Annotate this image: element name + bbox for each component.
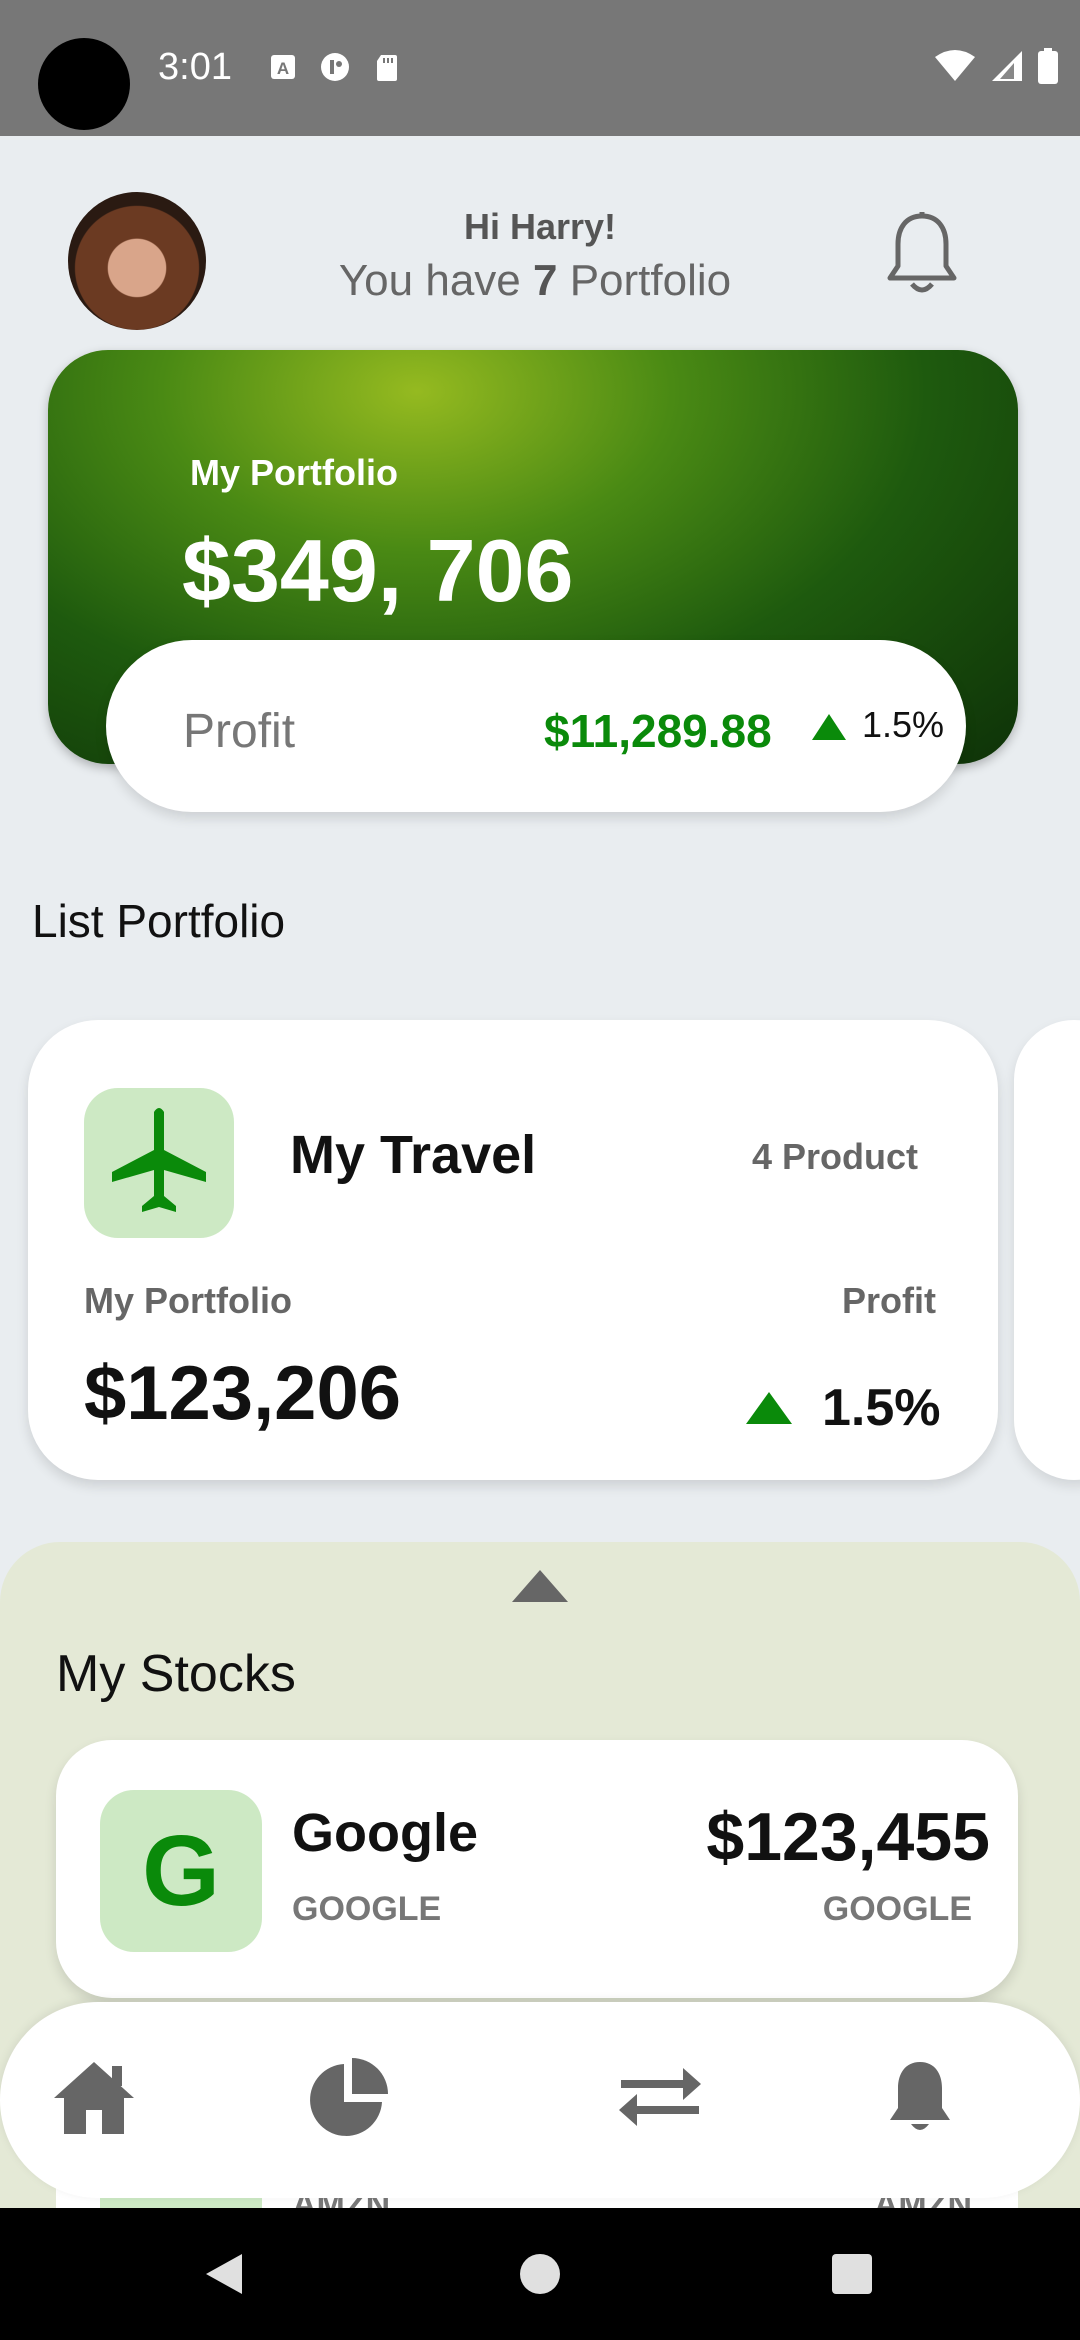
portfolio-card-next[interactable] [1014,1020,1080,1480]
stock-price: $123,455 [706,1799,990,1875]
home-icon [54,2062,134,2134]
portfolio-item-profit-percent: 1.5% [822,1379,941,1437]
nav-portfolio[interactable] [300,2050,396,2146]
nav-transfer[interactable] [612,2050,708,2146]
battery-icon [1038,48,1058,84]
notification-bell-icon[interactable] [884,210,960,300]
portfolio-item-title: My Travel [290,1125,537,1185]
portfolio-item-profit-label: Profit [842,1280,936,1321]
portfolio-label: My Portfolio [190,452,398,493]
nav-notifications[interactable] [872,2050,968,2146]
wifi-icon [935,50,975,81]
subtitle-prefix: You have [338,256,533,305]
status-time: 3:01 [158,46,232,88]
recents-icon[interactable] [828,2250,876,2298]
profit-amount: $11,289.88 [544,705,772,757]
sdcard-icon [377,55,397,81]
google-logo-tile: G [100,1790,262,1952]
home-button-icon[interactable] [516,2250,564,2298]
profit-percent: 1.5% [862,704,945,745]
svg-text:A: A [277,59,289,78]
swap-icon [619,2068,701,2126]
reddit-icon [321,53,349,81]
profit-label: Profit [183,705,296,758]
portfolio-item-label: My Portfolio [84,1280,292,1321]
stocks-title: My Stocks [56,1645,296,1703]
signal-icon [992,51,1022,81]
list-portfolio-title: List Portfolio [32,895,286,947]
status-right-icons [934,48,1058,84]
nav-home[interactable] [46,2050,142,2146]
stock-name: Google [292,1803,478,1863]
pie-chart-icon [310,2058,388,2136]
back-icon[interactable] [200,2250,248,2298]
portfolio-item-value: $123,206 [84,1351,401,1436]
portfolio-count: 7 [533,256,558,305]
portfolio-item-product-count: 4 Product [752,1136,919,1177]
portfolio-value: $349, 706 [182,521,574,620]
up-arrow-icon [812,714,846,740]
bell-icon [890,2062,950,2130]
camera-cutout [38,38,130,130]
stock-ticker-right: GOOGLE [822,1890,972,1928]
status-left-icons: A [268,52,402,82]
stock-ticker: GOOGLE [292,1890,442,1928]
airplane-icon [112,1108,206,1212]
chevron-up-icon[interactable] [512,1570,568,1602]
subtitle-suffix: Portfolio [557,256,732,305]
a-icon: A [271,55,295,79]
up-arrow-icon [746,1392,792,1424]
travel-icon-tile [84,1088,234,1238]
